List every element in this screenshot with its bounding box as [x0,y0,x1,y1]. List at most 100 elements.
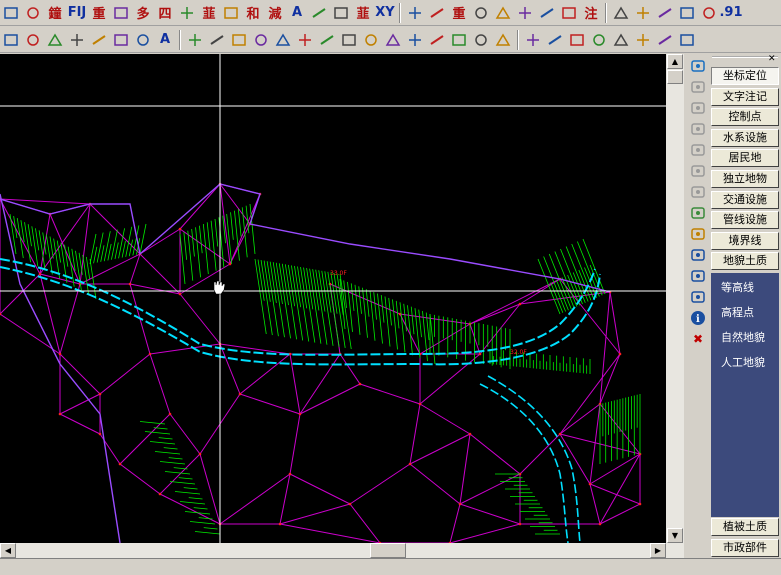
toolbar-button-2[interactable]: 鐘 [45,3,65,23]
double-dash-icon[interactable] [177,3,197,23]
camera-icon[interactable] [611,30,631,50]
panel-item[interactable]: 居民地 [711,149,779,168]
arrow-tag-icon[interactable] [405,3,425,23]
toolbar-button-16[interactable]: 韮 [353,3,373,23]
box2-icon[interactable] [427,30,447,50]
cross-box-icon[interactable] [23,3,43,23]
folder-icon[interactable] [655,30,675,50]
plugin-icon[interactable] [677,30,697,50]
angle2-icon[interactable] [471,30,491,50]
panel-item[interactable]: 境界线 [711,231,779,250]
hatch-tag-icon[interactable] [427,3,447,23]
layers-icon[interactable] [689,57,707,75]
redo-icon[interactable] [45,30,65,50]
pan-icon[interactable] [689,120,707,138]
toolbar-button-13[interactable]: A [287,3,307,23]
panel-item[interactable]: 控制点 [711,108,779,127]
dash-icon[interactable] [111,3,131,23]
move-icon[interactable] [273,30,293,50]
horizontal-scrollbar[interactable]: ◀ ▶ [0,543,684,558]
export-icon[interactable] [633,30,653,50]
zoom-prev-icon[interactable] [689,162,707,180]
subpanel-item[interactable]: 高程点 [721,304,754,320]
toolbar-button-17[interactable]: XY [375,3,395,23]
close-icon[interactable]: ✕ [768,54,776,64]
eye-icon[interactable] [493,3,513,23]
toolbar-button-7[interactable]: 四 [155,3,175,23]
info-icon[interactable]: i [689,309,707,327]
layers-icon[interactable] [523,30,543,50]
panel-item[interactable]: 管线设施 [711,211,779,230]
node-icon[interactable] [689,204,707,222]
palette-icon[interactable] [1,3,21,23]
leaf2-icon[interactable] [589,30,609,50]
tag-icon[interactable] [689,246,707,264]
blocks-icon[interactable] [251,30,271,50]
corner-icon[interactable] [611,3,631,23]
refresh-icon[interactable] [689,267,707,285]
spark-icon[interactable] [493,30,513,50]
pencil-icon[interactable] [185,30,205,50]
toolbar-button-6[interactable]: 多 [133,3,153,23]
undo-icon[interactable] [23,30,43,50]
panel-item[interactable]: 文字注记 [711,87,779,106]
shape-icon[interactable] [133,30,153,50]
scroll-left-button[interactable]: ◀ [0,543,16,558]
vertical-scrollbar[interactable]: ▲ ▼ [666,54,684,543]
scroll-right-button[interactable]: ▶ [650,543,666,558]
grid-select-icon[interactable] [111,30,131,50]
drawing-canvas[interactable]: 33.0F 32.0F [0,54,666,543]
toolbar-button-12[interactable]: 減 [265,3,285,23]
dot-icon[interactable] [89,30,109,50]
subpanel-item[interactable]: 自然地貌 [721,329,765,345]
chart-icon[interactable] [537,3,557,23]
break-icon[interactable] [361,30,381,50]
leaf-icon[interactable] [567,30,587,50]
pen-icon[interactable] [689,225,707,243]
subpanel-item[interactable]: 等高线 [721,279,754,295]
pattern-icon[interactable] [309,3,329,23]
mirror2-icon[interactable] [339,30,359,50]
long-rect-icon[interactable] [655,3,675,23]
zoom-window-icon[interactable] [689,141,707,159]
panel-item[interactable]: 坐标定位 [711,67,779,85]
grid-cross-icon[interactable] [515,3,535,23]
rect-icon[interactable] [633,3,653,23]
squiggle-icon[interactable] [699,3,719,23]
vertical-scroll-thumb[interactable] [667,70,683,84]
calc-icon[interactable] [689,288,707,306]
delete-icon[interactable]: ✖ [689,330,707,348]
ruler-icon[interactable] [559,3,579,23]
redraw-icon[interactable] [689,183,707,201]
angle-icon[interactable] [449,30,469,50]
ellipse-icon[interactable] [1,30,21,50]
toolbar-button-9[interactable]: 韮 [199,3,219,23]
mirror-icon[interactable] [229,30,249,50]
dashed-line-icon[interactable] [383,30,403,50]
toolbar-button-20[interactable]: 重 [449,3,469,23]
toolbar-button-32[interactable]: .91 [719,3,742,23]
box-icon[interactable] [405,30,425,50]
bracket-icon[interactable] [221,3,241,23]
panel-item[interactable]: 水系设施 [711,128,779,147]
scale-icon[interactable] [317,30,337,50]
toolbar-button-26[interactable]: 注 [581,3,601,23]
toolbar-button-4[interactable]: 重 [89,3,109,23]
toolbar-button-11[interactable]: 和 [243,3,263,23]
panel-item[interactable]: 地貌土质 [711,252,779,271]
chain-icon[interactable] [207,30,227,50]
panel-item[interactable]: 独立地物 [711,170,779,188]
subpanel-item[interactable]: 人工地貌 [721,354,765,370]
pin-icon[interactable] [67,30,87,50]
toolbar-button-3[interactable]: FIJ [67,3,87,23]
shuffle-icon[interactable] [471,3,491,23]
panel-item[interactable]: 交通设施 [711,190,779,209]
horizontal-scroll-thumb[interactable] [370,543,406,558]
zoom-out-icon[interactable] [689,99,707,117]
hatch-icon[interactable] [331,3,351,23]
scroll-down-button[interactable]: ▼ [667,528,683,543]
panel-item[interactable]: 植被土质 [711,518,779,536]
panel-item[interactable]: 市政部件 [711,539,779,557]
scroll-up-button[interactable]: ▲ [667,54,683,69]
zoom-icon[interactable] [545,30,565,50]
